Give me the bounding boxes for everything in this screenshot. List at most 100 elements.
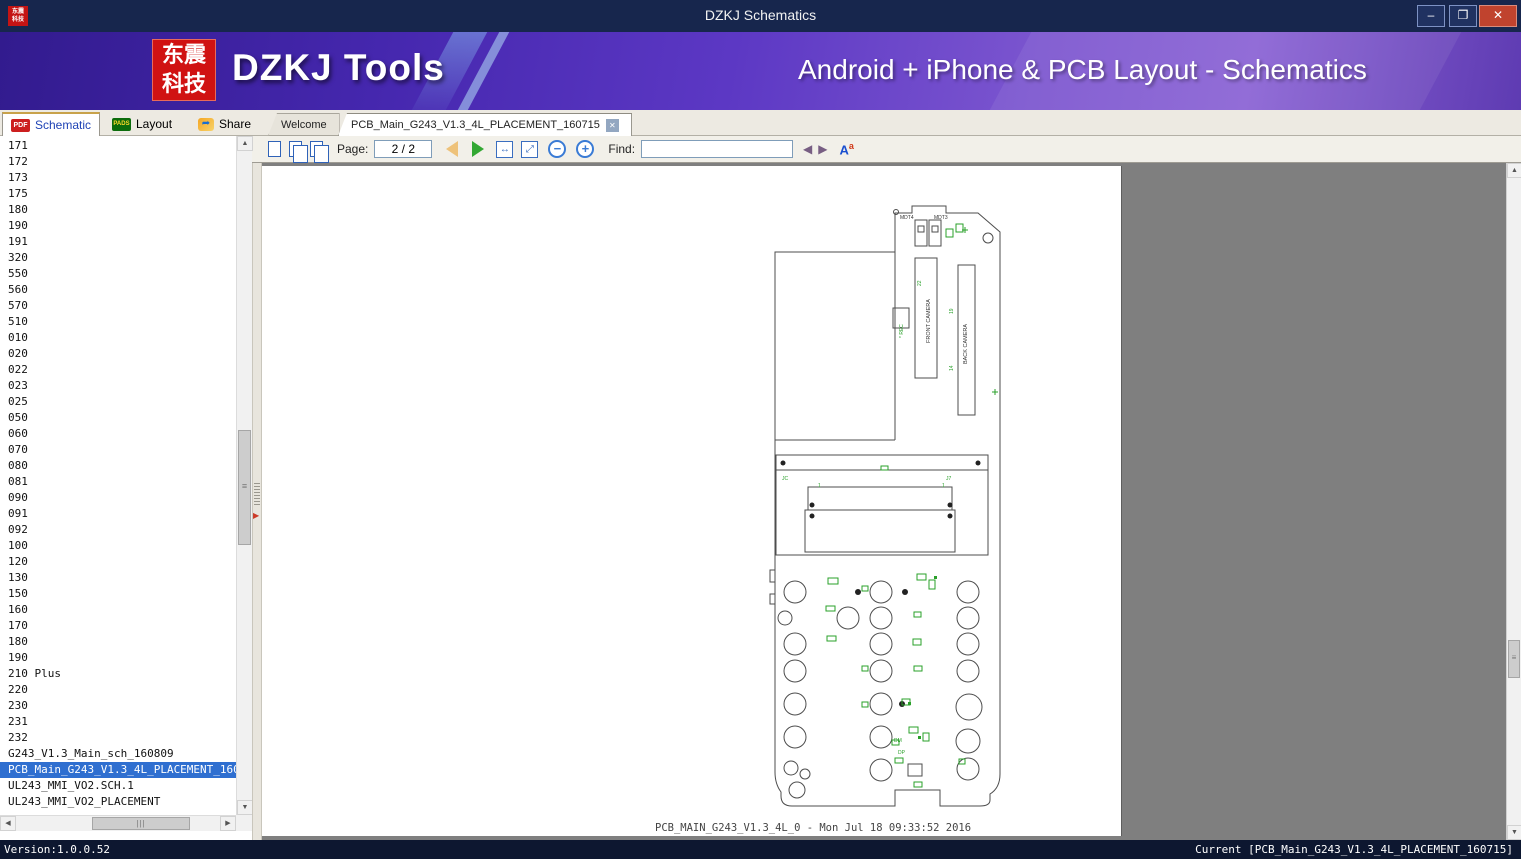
bookmark-item[interactable]: 080 [0, 458, 236, 474]
bookmark-item[interactable]: 090 [0, 490, 236, 506]
tab-share[interactable]: ➦ Share [190, 112, 259, 136]
fit-width-button[interactable]: ↔ [496, 140, 514, 158]
version-text: Version:1.0.0.52 [4, 843, 110, 856]
dm-label: DM [894, 738, 902, 744]
bookmark-item[interactable]: 081 [0, 474, 236, 490]
bookmark-item[interactable]: 092 [0, 522, 236, 538]
brand-logo: 东震 科技 [152, 39, 216, 101]
bookmark-item[interactable]: 050 [0, 410, 236, 426]
match-case-icon[interactable]: Aa [840, 141, 854, 157]
match-case-small: a [848, 140, 854, 151]
viewer-vscroll-thumb[interactable]: ≡ [1508, 640, 1520, 678]
bookmark-item[interactable]: UL243_MMI_VO2.SCH.1 [0, 778, 236, 794]
sidebar-horizontal-scrollbar[interactable]: ◀ ||| ▶ [0, 815, 236, 831]
tab-bar: PDF Schematic PADS Layout ➦ Share Welcom… [0, 110, 1521, 136]
title-bar: 东震 科技 DZKJ Schematics – ❐ ✕ [0, 0, 1521, 32]
bookmark-item[interactable]: 230 [0, 698, 236, 714]
viewer-vertical-scrollbar[interactable]: ▲ ≡ ▼ [1506, 163, 1521, 840]
bookmark-item[interactable]: 320 [0, 250, 236, 266]
pdf-icon: PDF [11, 118, 30, 132]
scroll-up-icon[interactable]: ▲ [237, 136, 253, 151]
bookmark-item[interactable]: 231 [0, 714, 236, 730]
rec-label: * REC [899, 324, 905, 338]
close-button[interactable]: ✕ [1479, 5, 1517, 27]
doc-tab-placement[interactable]: PCB_Main_G243_V1.3_4L_PLACEMENT_160715 ✕ [338, 113, 632, 136]
bookmark-item[interactable]: 510 [0, 314, 236, 330]
bookmark-item[interactable]: 070 [0, 442, 236, 458]
alignment-dots [780, 460, 981, 707]
j7-label: J7 [946, 476, 952, 482]
bookmark-item[interactable]: 191 [0, 234, 236, 250]
bookmark-item[interactable]: 180 [0, 202, 236, 218]
bookmark-item[interactable]: 170 [0, 618, 236, 634]
bookmark-item[interactable]: 210 Plus [0, 666, 236, 682]
bookmark-item[interactable]: 091 [0, 506, 236, 522]
pin1-right-label: 1 [942, 483, 945, 489]
scroll-right-icon[interactable]: ▶ [220, 816, 236, 831]
bookmark-item[interactable]: PCB_Main_G243_V1.3_4L_PLACEMENT_160715 [0, 762, 236, 778]
page-label: Page: [337, 142, 369, 156]
sidebar-vertical-scrollbar[interactable]: ▲ ≡ ▼ [236, 136, 253, 815]
bookmark-item[interactable]: 060 [0, 426, 236, 442]
bookmark-item[interactable]: 550 [0, 266, 236, 282]
bookmark-item[interactable]: 100 [0, 538, 236, 554]
bookmark-item[interactable]: 020 [0, 346, 236, 362]
bookmark-item[interactable]: 190 [0, 650, 236, 666]
sidebar-splitter[interactable]: ▶ [252, 163, 262, 840]
viewer-scroll-up-icon[interactable]: ▲ [1507, 163, 1521, 178]
bookmark-item[interactable]: G243_V1.3_Main_sch_160809 [0, 746, 236, 762]
bookmark-item[interactable]: 560 [0, 282, 236, 298]
minimize-button[interactable]: – [1417, 5, 1445, 27]
app-banner: 东震 科技 DZKJ Tools Android + iPhone & PCB … [0, 32, 1521, 110]
bookmark-item[interactable]: 570 [0, 298, 236, 314]
next-page-icon[interactable] [472, 141, 485, 157]
status-bar: Version:1.0.0.52 Current [PCB_Main_G243_… [0, 840, 1521, 859]
previous-page-icon[interactable] [446, 141, 459, 157]
fit-page-button[interactable]: ⤢ [521, 140, 539, 158]
sidebar-hscroll-thumb[interactable]: ||| [92, 817, 190, 830]
mdt4-label: MDT4 [900, 215, 914, 221]
bookmark-item[interactable]: 232 [0, 730, 236, 746]
bookmark-item[interactable]: 130 [0, 570, 236, 586]
viewer-scroll-down-icon[interactable]: ▼ [1507, 825, 1521, 840]
bookmark-item[interactable]: 023 [0, 378, 236, 394]
scroll-down-icon[interactable]: ▼ [237, 800, 253, 815]
bookmark-item[interactable]: 190 [0, 218, 236, 234]
bookmark-item[interactable]: 175 [0, 186, 236, 202]
match-case-big: A [839, 142, 849, 158]
maximize-button[interactable]: ❐ [1449, 5, 1477, 27]
bookmark-item[interactable]: 173 [0, 170, 236, 186]
sidebar-vscroll-thumb[interactable]: ≡ [238, 430, 251, 545]
bookmark-item[interactable]: 022 [0, 362, 236, 378]
bookmark-item[interactable]: 180 [0, 634, 236, 650]
bookmark-item[interactable]: 010 [0, 330, 236, 346]
continuous-view-button[interactable] [310, 141, 329, 163]
zoom-out-button[interactable]: − [548, 140, 567, 158]
tab-schematic-label: Schematic [35, 118, 92, 132]
page-number-input[interactable] [374, 140, 433, 158]
tab-layout[interactable]: PADS Layout [104, 112, 180, 136]
facing-pages-view-button[interactable] [289, 141, 308, 163]
tab-schematic[interactable]: PDF Schematic [2, 112, 101, 136]
doc-tab-welcome[interactable]: Welcome [268, 113, 340, 136]
splitter-grip-icon[interactable] [254, 481, 260, 505]
find-input[interactable] [641, 140, 794, 158]
bookmark-item[interactable]: 025 [0, 394, 236, 410]
splitter-collapse-icon[interactable]: ▶ [253, 511, 259, 520]
zoom-in-button[interactable]: + [576, 140, 595, 158]
bookmark-item[interactable]: 171 [0, 138, 236, 154]
bookmark-item[interactable]: 150 [0, 586, 236, 602]
bookmark-item[interactable]: 120 [0, 554, 236, 570]
bookmark-item[interactable]: 172 [0, 154, 236, 170]
scroll-left-icon[interactable]: ◀ [0, 816, 16, 831]
current-file-text: Current [PCB_Main_G243_V1.3_4L_PLACEMENT… [1195, 843, 1513, 856]
bookmark-item[interactable]: UL243_MMI_VO2_PLACEMENT [0, 794, 236, 810]
dp-label: DP [898, 750, 906, 756]
single-page-view-button[interactable] [268, 141, 281, 157]
find-previous-icon[interactable]: ◀ [803, 142, 812, 156]
bookmark-item[interactable]: 160 [0, 602, 236, 618]
bookmark-item[interactable]: 220 [0, 682, 236, 698]
find-next-icon[interactable]: ▶ [818, 142, 827, 156]
doc-tab-close-icon[interactable]: ✕ [605, 118, 619, 132]
pdf-toolbar: Page: ↔ ⤢ − + Find: ◀ ▶ Aa [252, 136, 1521, 163]
